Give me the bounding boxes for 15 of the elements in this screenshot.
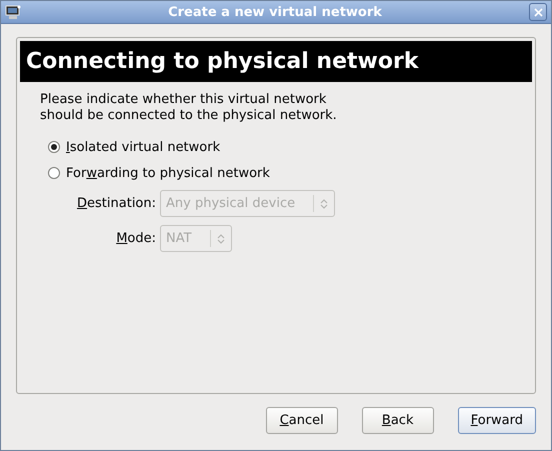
radio-option[interactable]: Isolated virtual network [48, 134, 532, 160]
window-title: Create a new virtual network [167, 4, 383, 20]
dialog-button[interactable]: Back [362, 407, 434, 434]
monitor-icon [5, 4, 21, 20]
close-icon [534, 8, 542, 16]
description-text: Please indicate whether this virtual network should be connected to the physical network. [40, 92, 338, 124]
close-button[interactable] [529, 3, 547, 21]
field-label: Mode: [115, 231, 156, 246]
page-heading: Connecting to physical network [26, 49, 418, 74]
field-label: Destination: [76, 196, 156, 211]
radio-button[interactable] [48, 167, 60, 179]
radio-button[interactable] [48, 141, 60, 153]
dialog-button[interactable]: Cancel [266, 407, 338, 434]
radio-option[interactable]: Forwarding to physical network [48, 160, 532, 186]
dialog-button[interactable]: Forward [458, 407, 536, 434]
